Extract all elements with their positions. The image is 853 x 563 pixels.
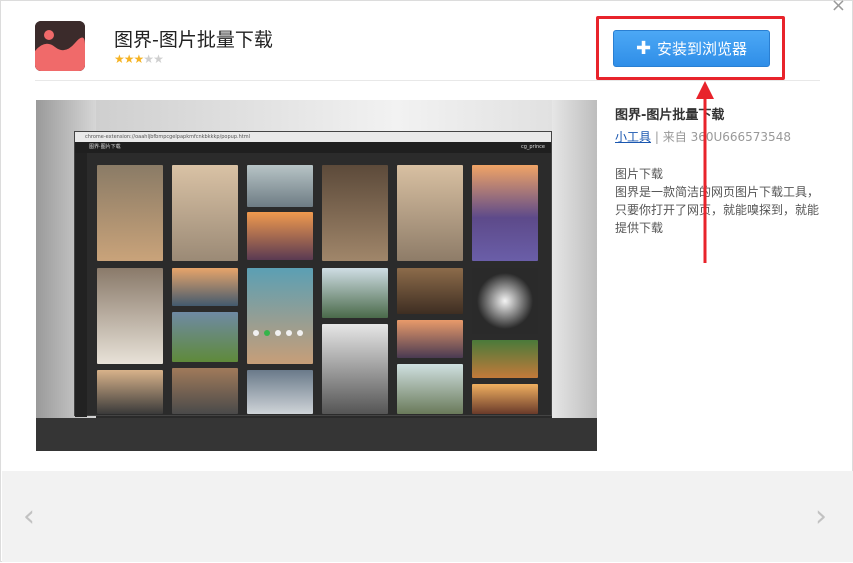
detail-meta: 小工具 | 来自 360U666573548 — [615, 128, 791, 145]
preview-window-title: chrome-extension://oaahljbfbmpcgelpapkmf… — [75, 132, 551, 142]
description-text: 图界是一款简洁的网页图片下载工具，只要你打开了网页，就能嗅探到，就能提供下载 — [615, 185, 820, 235]
preview-window: chrome-extension://oaahljbfbmpcgelpapkmf… — [74, 131, 552, 417]
thumb-image — [247, 370, 313, 414]
preview-taskbar — [36, 418, 597, 451]
footer-bar — [2, 471, 853, 562]
carousel-dot-active[interactable] — [264, 330, 270, 336]
thumb-image — [472, 340, 538, 378]
install-button[interactable]: ✚ 安装到浏览器 — [613, 30, 770, 67]
preview-sidebar — [75, 153, 87, 417]
author-link[interactable]: 小工具 — [615, 130, 651, 144]
preview-user: cg_prince — [520, 144, 545, 150]
app-logo-icon — [35, 21, 85, 71]
install-label: 安装到浏览器 — [657, 40, 748, 58]
star-icon: ★ — [114, 52, 125, 66]
close-icon[interactable]: × — [831, 0, 846, 16]
thumb-image — [322, 324, 388, 414]
rating-stars: ★★★★★ — [114, 52, 164, 66]
thumb-image — [247, 268, 313, 364]
screenshot-carousel[interactable]: chrome-extension://oaahljbfbmpcgelpapkmf… — [36, 100, 597, 451]
star-icon: ★ — [133, 52, 145, 66]
detail-title: 图界-图片批量下载 — [615, 108, 725, 123]
chevron-left-icon[interactable]: ‹ — [23, 499, 35, 534]
divider — [35, 80, 820, 81]
star-empty-icon: ★ — [153, 52, 164, 66]
thumb-image — [247, 212, 313, 260]
thumb-image — [172, 268, 238, 306]
plus-icon: ✚ — [635, 38, 652, 59]
preview-app-bar: 图界·图片下载 cg_prince — [75, 142, 551, 153]
carousel-dots — [253, 330, 303, 336]
thumb-image — [472, 384, 538, 414]
star-icon: ★ — [123, 52, 135, 66]
star-empty-icon: ★ — [143, 52, 154, 66]
extension-dialog: × 图界-图片批量下载 ★★★★★ ✚ 安装到浏览器 chrome-extens… — [0, 0, 853, 562]
thumb-image — [97, 370, 163, 414]
thumb-image — [397, 364, 463, 414]
thumb-image — [397, 320, 463, 358]
source-prefix: 来自 — [662, 130, 687, 144]
thumb-image — [247, 165, 313, 207]
thumb-image — [322, 268, 388, 318]
preview-app-name: 图界·图片下载 — [89, 144, 121, 150]
chevron-right-icon[interactable]: › — [815, 499, 827, 534]
thumb-image — [397, 165, 463, 261]
carousel-dot[interactable] — [275, 330, 281, 336]
carousel-dot[interactable] — [286, 330, 292, 336]
meta-separator: | — [654, 130, 659, 144]
source-id: 360U666573548 — [690, 130, 791, 144]
carousel-dot[interactable] — [297, 330, 303, 336]
thumb-image — [172, 165, 238, 261]
thumb-image — [472, 165, 538, 261]
thumb-image — [397, 268, 463, 314]
thumb-image — [97, 165, 163, 261]
thumb-image — [472, 268, 538, 334]
carousel-dot[interactable] — [253, 330, 259, 336]
thumb-image — [322, 165, 388, 261]
thumb-image — [172, 312, 238, 362]
thumb-image — [172, 368, 238, 414]
description-title: 图片下载 — [615, 167, 664, 181]
thumb-image — [97, 268, 163, 364]
app-title: 图界-图片批量下载 — [114, 29, 273, 51]
